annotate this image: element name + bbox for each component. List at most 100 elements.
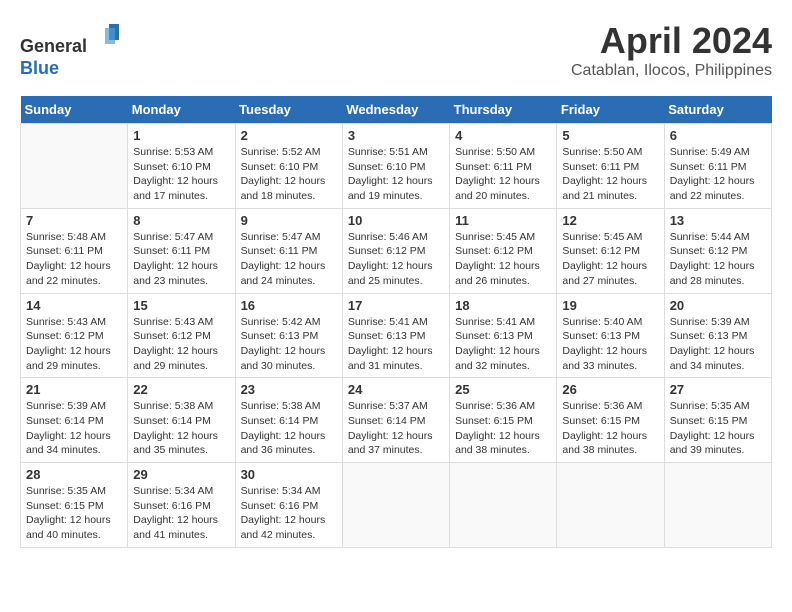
day-number: 15 [133, 298, 229, 313]
day-number: 29 [133, 467, 229, 482]
day-info: Sunrise: 5:39 AM Sunset: 6:14 PM Dayligh… [26, 399, 122, 458]
day-number: 24 [348, 382, 444, 397]
title-block: April 2024 Catablan, Ilocos, Philippines [571, 20, 772, 80]
calendar-cell: 8 Sunrise: 5:47 AM Sunset: 6:11 PM Daylig… [128, 208, 235, 293]
day-number: 7 [26, 213, 122, 228]
calendar-cell: 25 Sunrise: 5:36 AM Sunset: 6:15 PM Dayli… [450, 378, 557, 463]
day-number: 8 [133, 213, 229, 228]
day-number: 30 [241, 467, 337, 482]
day-info: Sunrise: 5:35 AM Sunset: 6:15 PM Dayligh… [26, 484, 122, 543]
day-info: Sunrise: 5:36 AM Sunset: 6:15 PM Dayligh… [455, 399, 551, 458]
calendar-week-row: 28Sunrise: 5:35 AM Sunset: 6:15 PM Dayli… [21, 463, 772, 548]
calendar-cell: 26 Sunrise: 5:36 AM Sunset: 6:15 PM Dayli… [557, 378, 664, 463]
calendar-week-row: 1 Sunrise: 5:53 AM Sunset: 6:10 PM Daylig… [21, 124, 772, 209]
column-header-thursday: Thursday [450, 96, 557, 124]
calendar-cell: 3 Sunrise: 5:51 AM Sunset: 6:10 PM Daylig… [342, 124, 449, 209]
calendar-cell: 19 Sunrise: 5:40 AM Sunset: 6:13 PM Dayli… [557, 293, 664, 378]
day-number: 4 [455, 128, 551, 143]
calendar-cell: 12 Sunrise: 5:45 AM Sunset: 6:12 PM Dayli… [557, 208, 664, 293]
calendar-cell: 20 Sunrise: 5:39 AM Sunset: 6:13 PM Dayli… [664, 293, 771, 378]
day-number: 19 [562, 298, 658, 313]
calendar-cell: 4 Sunrise: 5:50 AM Sunset: 6:11 PM Daylig… [450, 124, 557, 209]
day-info: Sunrise: 5:40 AM Sunset: 6:13 PM Dayligh… [562, 315, 658, 374]
day-info: Sunrise: 5:47 AM Sunset: 6:11 PM Dayligh… [133, 230, 229, 289]
calendar-cell: 14Sunrise: 5:43 AM Sunset: 6:12 PM Dayli… [21, 293, 128, 378]
calendar-cell: 30 Sunrise: 5:34 AM Sunset: 6:16 PM Dayli… [235, 463, 342, 548]
logo: General Blue [20, 20, 123, 79]
calendar-cell: 27 Sunrise: 5:35 AM Sunset: 6:15 PM Dayli… [664, 378, 771, 463]
logo-icon [91, 20, 123, 52]
calendar-cell: 16 Sunrise: 5:42 AM Sunset: 6:13 PM Dayli… [235, 293, 342, 378]
day-info: Sunrise: 5:36 AM Sunset: 6:15 PM Dayligh… [562, 399, 658, 458]
logo-general: General [20, 36, 87, 56]
location-title: Catablan, Ilocos, Philippines [571, 62, 772, 80]
calendar-cell: 23Sunrise: 5:38 AM Sunset: 6:14 PM Dayli… [235, 378, 342, 463]
calendar-cell: 28Sunrise: 5:35 AM Sunset: 6:15 PM Dayli… [21, 463, 128, 548]
day-number: 27 [670, 382, 766, 397]
calendar-week-row: 14Sunrise: 5:43 AM Sunset: 6:12 PM Dayli… [21, 293, 772, 378]
day-info: Sunrise: 5:34 AM Sunset: 6:16 PM Dayligh… [133, 484, 229, 543]
calendar-cell: 21Sunrise: 5:39 AM Sunset: 6:14 PM Dayli… [21, 378, 128, 463]
calendar-cell: 1 Sunrise: 5:53 AM Sunset: 6:10 PM Daylig… [128, 124, 235, 209]
day-info: Sunrise: 5:35 AM Sunset: 6:15 PM Dayligh… [670, 399, 766, 458]
day-number: 9 [241, 213, 337, 228]
day-number: 20 [670, 298, 766, 313]
day-number: 23 [241, 382, 337, 397]
day-number: 2 [241, 128, 337, 143]
day-info: Sunrise: 5:41 AM Sunset: 6:13 PM Dayligh… [455, 315, 551, 374]
calendar-cell: 9 Sunrise: 5:47 AM Sunset: 6:11 PM Daylig… [235, 208, 342, 293]
column-header-wednesday: Wednesday [342, 96, 449, 124]
day-info: Sunrise: 5:42 AM Sunset: 6:13 PM Dayligh… [241, 315, 337, 374]
logo-blue: Blue [20, 58, 59, 78]
day-info: Sunrise: 5:43 AM Sunset: 6:12 PM Dayligh… [26, 315, 122, 374]
day-number: 16 [241, 298, 337, 313]
day-info: Sunrise: 5:37 AM Sunset: 6:14 PM Dayligh… [348, 399, 444, 458]
day-number: 17 [348, 298, 444, 313]
calendar-cell: 2 Sunrise: 5:52 AM Sunset: 6:10 PM Daylig… [235, 124, 342, 209]
day-info: Sunrise: 5:50 AM Sunset: 6:11 PM Dayligh… [562, 145, 658, 204]
calendar-cell: 11 Sunrise: 5:45 AM Sunset: 6:12 PM Dayli… [450, 208, 557, 293]
calendar-cell: 13Sunrise: 5:44 AM Sunset: 6:12 PM Dayli… [664, 208, 771, 293]
calendar-cell: 18 Sunrise: 5:41 AM Sunset: 6:13 PM Dayli… [450, 293, 557, 378]
day-info: Sunrise: 5:45 AM Sunset: 6:12 PM Dayligh… [562, 230, 658, 289]
day-number: 12 [562, 213, 658, 228]
calendar-cell: 29 Sunrise: 5:34 AM Sunset: 6:16 PM Dayli… [128, 463, 235, 548]
calendar-cell [664, 463, 771, 548]
day-info: Sunrise: 5:47 AM Sunset: 6:11 PM Dayligh… [241, 230, 337, 289]
day-info: Sunrise: 5:39 AM Sunset: 6:13 PM Dayligh… [670, 315, 766, 374]
day-info: Sunrise: 5:51 AM Sunset: 6:10 PM Dayligh… [348, 145, 444, 204]
day-info: Sunrise: 5:50 AM Sunset: 6:11 PM Dayligh… [455, 145, 551, 204]
calendar-header-row: SundayMondayTuesdayWednesdayThursdayFrid… [21, 96, 772, 124]
day-number: 11 [455, 213, 551, 228]
calendar-cell: 7Sunrise: 5:48 AM Sunset: 6:11 PM Daylig… [21, 208, 128, 293]
calendar-week-row: 7Sunrise: 5:48 AM Sunset: 6:11 PM Daylig… [21, 208, 772, 293]
day-number: 6 [670, 128, 766, 143]
calendar-cell [557, 463, 664, 548]
day-number: 26 [562, 382, 658, 397]
day-number: 1 [133, 128, 229, 143]
column-header-monday: Monday [128, 96, 235, 124]
day-number: 22 [133, 382, 229, 397]
page-header: General Blue April 2024 Catablan, Ilocos… [20, 20, 772, 80]
day-info: Sunrise: 5:46 AM Sunset: 6:12 PM Dayligh… [348, 230, 444, 289]
calendar-cell: 15 Sunrise: 5:43 AM Sunset: 6:12 PM Dayli… [128, 293, 235, 378]
calendar-cell: 5Sunrise: 5:50 AM Sunset: 6:11 PM Daylig… [557, 124, 664, 209]
calendar-cell: 10Sunrise: 5:46 AM Sunset: 6:12 PM Dayli… [342, 208, 449, 293]
calendar-cell [342, 463, 449, 548]
day-number: 3 [348, 128, 444, 143]
day-info: Sunrise: 5:34 AM Sunset: 6:16 PM Dayligh… [241, 484, 337, 543]
day-info: Sunrise: 5:41 AM Sunset: 6:13 PM Dayligh… [348, 315, 444, 374]
day-info: Sunrise: 5:45 AM Sunset: 6:12 PM Dayligh… [455, 230, 551, 289]
calendar-week-row: 21Sunrise: 5:39 AM Sunset: 6:14 PM Dayli… [21, 378, 772, 463]
day-info: Sunrise: 5:49 AM Sunset: 6:11 PM Dayligh… [670, 145, 766, 204]
calendar-cell: 24 Sunrise: 5:37 AM Sunset: 6:14 PM Dayli… [342, 378, 449, 463]
day-number: 13 [670, 213, 766, 228]
day-number: 25 [455, 382, 551, 397]
day-info: Sunrise: 5:43 AM Sunset: 6:12 PM Dayligh… [133, 315, 229, 374]
month-title: April 2024 [571, 20, 772, 62]
day-number: 18 [455, 298, 551, 313]
calendar-cell [21, 124, 128, 209]
day-info: Sunrise: 5:53 AM Sunset: 6:10 PM Dayligh… [133, 145, 229, 204]
day-info: Sunrise: 5:52 AM Sunset: 6:10 PM Dayligh… [241, 145, 337, 204]
calendar-table: SundayMondayTuesdayWednesdayThursdayFrid… [20, 96, 772, 548]
